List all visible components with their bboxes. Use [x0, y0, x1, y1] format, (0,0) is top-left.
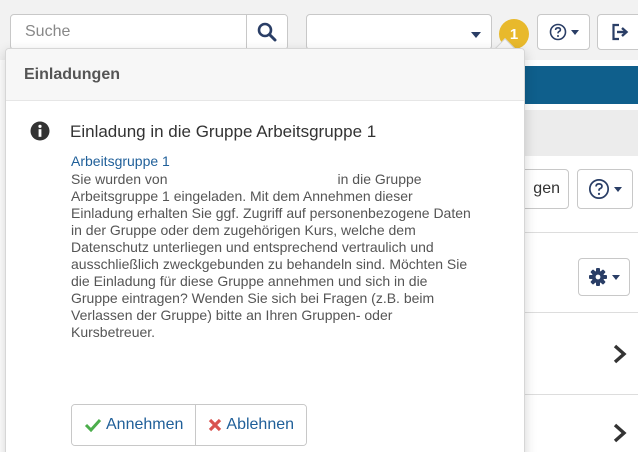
- invitation-text-rest: in die Gruppe Arbeitsgruppe 1 eingeladen…: [71, 171, 471, 340]
- chevron-down-icon: [471, 32, 481, 38]
- search-button[interactable]: [246, 15, 287, 49]
- background-help-button[interactable]: [577, 169, 633, 209]
- chevron-right-icon[interactable]: [611, 343, 629, 365]
- logout-icon: [612, 23, 629, 41]
- divider: [520, 394, 638, 395]
- help-button[interactable]: [537, 14, 590, 50]
- decline-label: Ablehnen: [226, 416, 295, 433]
- page-header-band: [520, 66, 638, 104]
- help-circle-icon: [588, 178, 610, 200]
- search-box: [10, 14, 288, 50]
- chevron-right-icon[interactable]: [611, 422, 629, 444]
- gear-icon: [589, 268, 607, 286]
- accept-label: Annehmen: [106, 416, 184, 433]
- popover-title: Einladungen: [6, 49, 524, 101]
- search-input[interactable]: [11, 15, 246, 49]
- invitations-popover: Einladungen Einladung in die Gruppe Arbe…: [5, 48, 525, 452]
- search-icon: [257, 22, 277, 42]
- close-icon: [209, 418, 222, 432]
- logout-button[interactable]: [597, 14, 638, 50]
- settings-button[interactable]: [578, 258, 630, 296]
- divider: [520, 232, 638, 233]
- info-icon: [30, 121, 50, 141]
- chevron-down-icon: [570, 29, 579, 35]
- invitation-text: Sie wurden von in die Gruppe Arbeitsgrupp…: [71, 171, 471, 341]
- chevron-down-icon: [614, 186, 622, 192]
- invitation-actions: Annehmen Ablehnen: [71, 404, 308, 446]
- help-circle-icon: [549, 23, 566, 41]
- accept-button[interactable]: Annehmen: [72, 405, 196, 445]
- group-link[interactable]: Arbeitsgruppe 1: [71, 153, 170, 169]
- invitation-text-start: Sie wurden von: [71, 171, 168, 187]
- invitation-title: Einladung in die Gruppe Arbeitsgruppe 1: [70, 122, 377, 141]
- divider: [520, 312, 638, 313]
- context-select[interactable]: [306, 14, 492, 50]
- breadcrumb-band: [520, 110, 638, 156]
- decline-button[interactable]: Ablehnen: [195, 405, 307, 445]
- chevron-down-icon: [612, 274, 620, 280]
- check-icon: [84, 418, 102, 432]
